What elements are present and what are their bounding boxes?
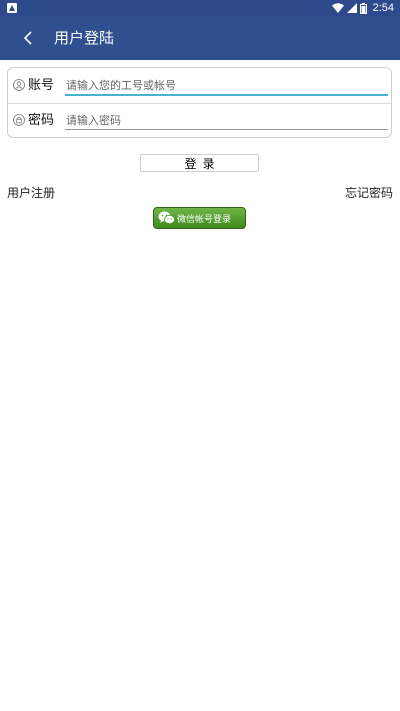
wechat-login-button[interactable]: 微信帐号登录	[153, 207, 246, 229]
battery-icon	[359, 2, 367, 14]
password-label: 密码	[28, 113, 55, 128]
password-underline	[65, 129, 388, 130]
account-row: 账号	[8, 68, 391, 104]
status-icons: 2:54	[331, 0, 394, 16]
wifi-icon	[331, 3, 344, 13]
account-label: 账号	[28, 78, 55, 93]
register-link[interactable]: 用户注册	[7, 184, 55, 201]
forgot-password-link[interactable]: 忘记密码	[345, 184, 393, 201]
account-input[interactable]	[65, 77, 388, 94]
app-notification-icon	[7, 3, 17, 13]
login-form: 账号 密码	[7, 67, 392, 138]
account-underline	[65, 94, 388, 96]
page-title: 用户登陆	[54, 29, 115, 47]
wechat-icon	[158, 211, 175, 225]
back-button[interactable]	[14, 24, 42, 52]
login-button[interactable]: 登录	[140, 154, 259, 172]
lock-icon	[13, 114, 25, 126]
password-row: 密码	[8, 103, 391, 138]
app-bar: 用户登陆	[0, 16, 400, 60]
back-arrow-icon	[23, 31, 32, 45]
signal-icon	[346, 3, 357, 13]
user-icon	[13, 79, 25, 91]
clock: 2:54	[372, 2, 394, 14]
password-input[interactable]	[65, 112, 388, 129]
status-bar: 2:54	[0, 0, 400, 16]
wechat-login-label: 微信帐号登录	[177, 214, 232, 225]
